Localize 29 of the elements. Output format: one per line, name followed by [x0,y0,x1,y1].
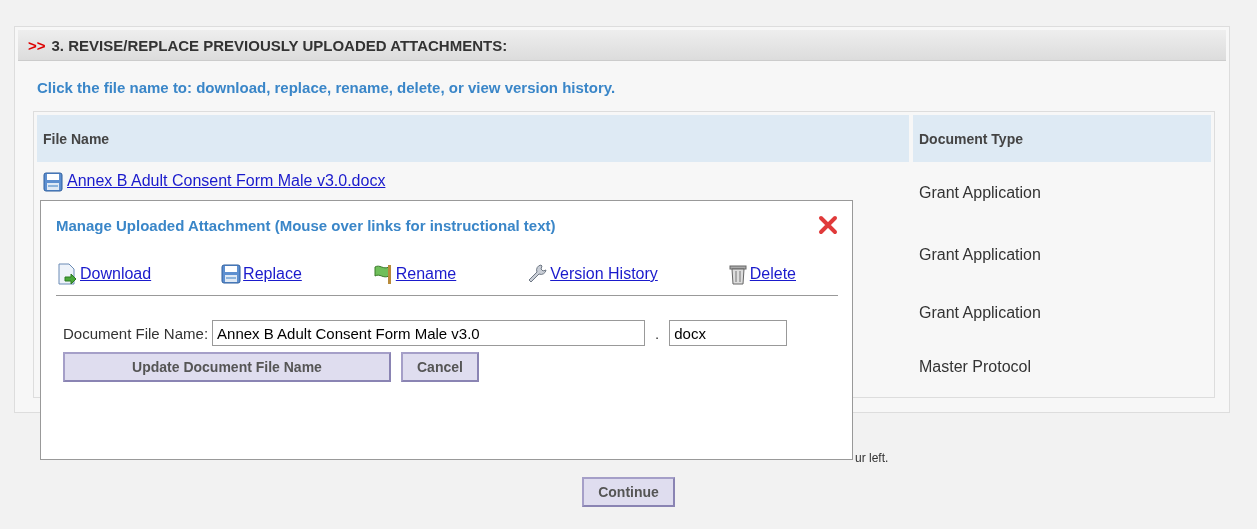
action-link[interactable]: Download [80,265,152,283]
continue-button[interactable]: Continue [582,477,675,507]
table-cell-text: Grant Application [918,303,1042,323]
action-link[interactable]: Version History [550,265,658,283]
update-button[interactable]: Update Document File Name [63,352,391,382]
file-name-field[interactable]: Annex B Adult Consent Form Male v3.0 [212,320,646,346]
extension-field[interactable]: docx [669,320,788,346]
table-cell-text: Grant Application [918,183,1042,203]
trash-can-icon [727,263,748,285]
field-label: Document File Name: [63,324,209,342]
instruction-text: Click the file name to: download, replace, rename, delete, or view version history. [37,79,617,96]
action-link[interactable]: Delete [749,265,796,283]
dialog-title: Manage Uploaded Attachment (Mouse over links for instructional text) [56,216,556,234]
close-icon[interactable] [818,215,838,235]
document-arrow-icon [56,263,78,285]
note-text: ur left. [855,451,890,465]
flag-icon [371,263,394,285]
cancel-button[interactable]: Cancel [401,352,479,382]
separator-text: . [655,324,660,342]
column-header: Document Type [913,115,1211,162]
action-link[interactable]: Replace [243,265,302,283]
column-header: File Name [37,115,909,162]
file-link[interactable]: Annex B Adult Consent Form Male v3.0.docx [67,172,386,190]
action-link[interactable]: Rename [395,265,457,283]
wrench-icon [526,263,549,285]
section-title: 3. REVISE/REPLACE PREVIOUSLY UPLOADED ATTACHMENTS: [51,36,508,54]
section-marker: >> [28,36,46,54]
table-cell-text: Master Protocol [918,357,1033,377]
table-cell-text: Grant Application [918,245,1042,265]
